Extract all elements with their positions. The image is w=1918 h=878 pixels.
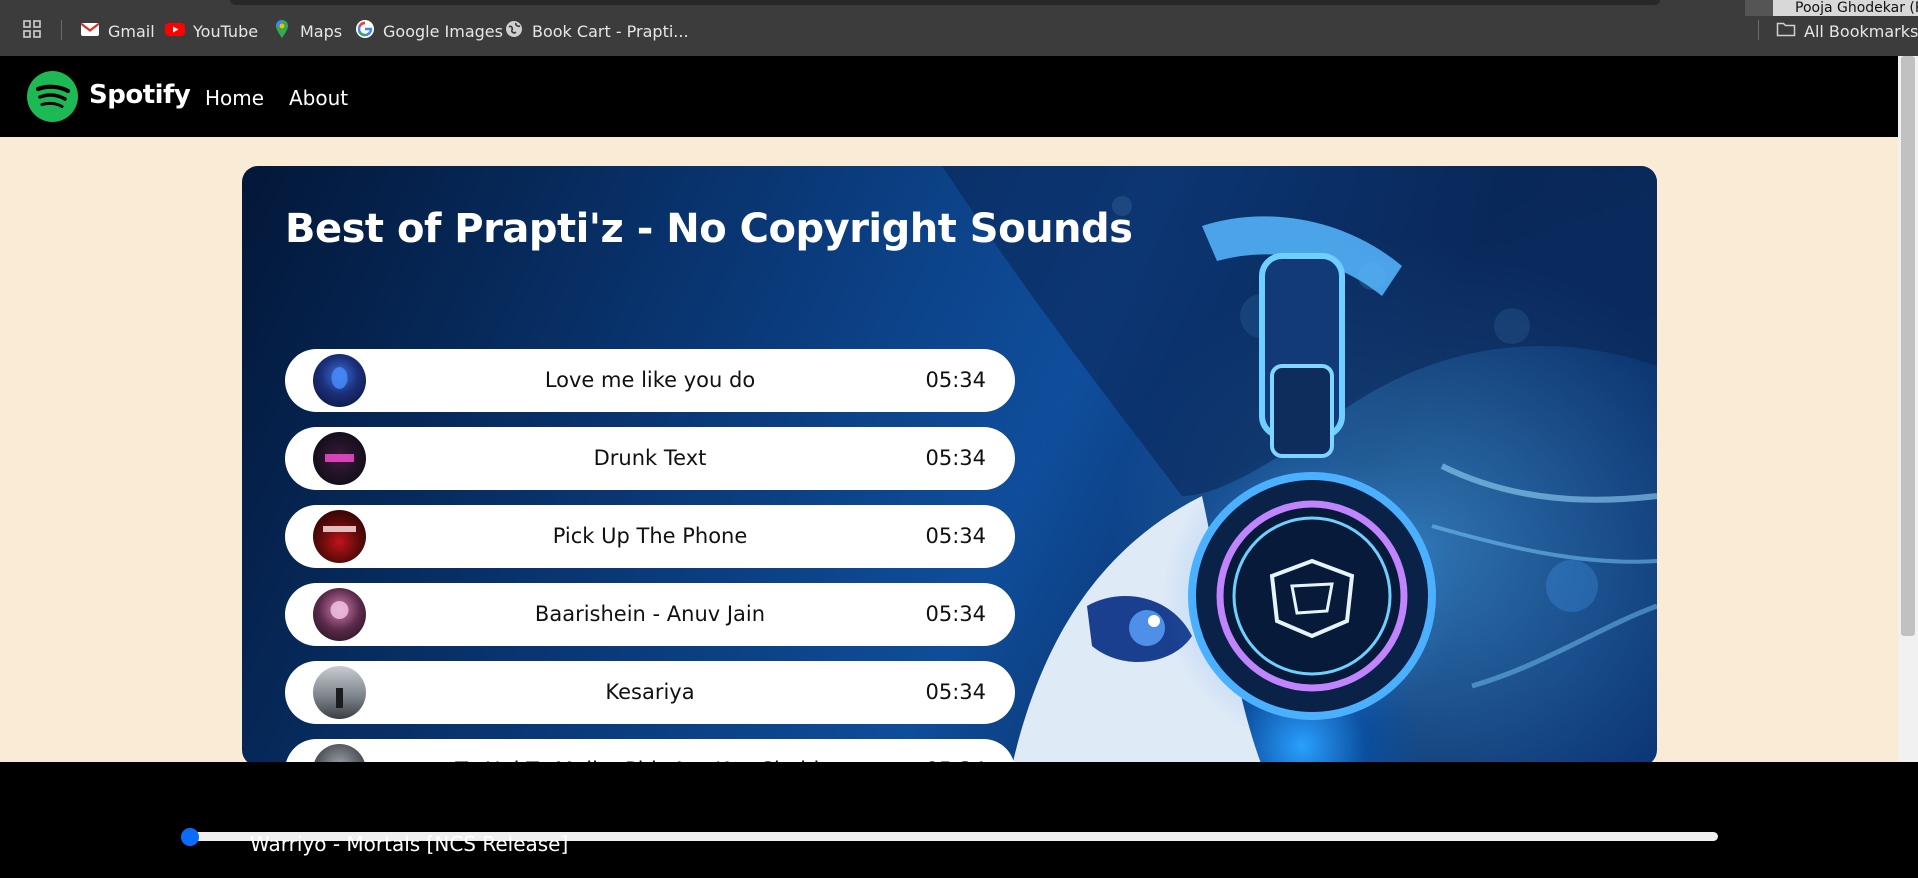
bookmark-maps[interactable]: Maps bbox=[272, 19, 342, 43]
song-cover bbox=[313, 432, 366, 485]
bookmark-label: Book Cart - Prapti... bbox=[532, 21, 689, 41]
song-cover bbox=[313, 588, 366, 641]
playlist-card: Best of Prapti'z - No Copyright Sounds L… bbox=[242, 166, 1657, 766]
scrollbar-thumb[interactable] bbox=[1901, 56, 1915, 636]
song-title: Baarishein - Anuv Jain bbox=[534, 602, 766, 626]
song-cover bbox=[313, 510, 366, 563]
omnibox-edge bbox=[230, 0, 1660, 5]
song-item[interactable]: Baarishein - Anuv Jain 05:34 bbox=[285, 583, 1015, 646]
song-title: Kesariya bbox=[605, 680, 695, 704]
bookmarks-bar: Gmail YouTube Maps Google Images Book Ca… bbox=[0, 0, 1918, 56]
profile-chip[interactable]: Pooja Ghodekar (P bbox=[1745, 0, 1918, 16]
song-item[interactable]: Pick Up The Phone 05:34 bbox=[285, 505, 1015, 568]
bookmark-google-images[interactable]: Google Images bbox=[355, 19, 503, 43]
nav-link-about[interactable]: About bbox=[289, 86, 348, 110]
profile-avatar bbox=[1745, 0, 1773, 16]
song-duration: 05:34 bbox=[925, 368, 986, 392]
song-duration: 05:34 bbox=[925, 446, 986, 470]
song-title: Drunk Text bbox=[593, 446, 707, 470]
song-cover bbox=[313, 666, 366, 719]
now-playing-title: Warriyo - Mortals [NCS Release] bbox=[250, 832, 569, 856]
nav-link-home[interactable]: Home bbox=[205, 86, 264, 110]
brand-name[interactable]: Spotify bbox=[89, 80, 191, 110]
all-bookmarks-button[interactable]: All Bookmarks bbox=[1776, 19, 1918, 43]
song-item[interactable]: Love me like you do 05:34 bbox=[285, 349, 1015, 412]
spotify-logo-icon[interactable] bbox=[27, 71, 78, 122]
bookmarks-separator bbox=[1758, 20, 1759, 40]
bookmark-youtube[interactable]: YouTube bbox=[165, 19, 258, 43]
song-duration: 05:34 bbox=[925, 602, 986, 626]
song-title: Love me like you do bbox=[544, 368, 756, 392]
bookmark-label: Google Images bbox=[383, 21, 503, 41]
page-scrollbar[interactable] bbox=[1898, 56, 1918, 762]
music-player-bar: Warriyo - Mortals [NCS Release] bbox=[0, 762, 1918, 878]
app-navbar: Spotify Home About bbox=[0, 56, 1898, 137]
bookmark-book-cart[interactable]: Book Cart - Prapti... bbox=[504, 19, 689, 43]
song-duration: 05:34 bbox=[925, 524, 986, 548]
bookmark-label: Gmail bbox=[108, 21, 155, 41]
bookmark-label: YouTube bbox=[193, 21, 259, 41]
all-bookmarks-label: All Bookmarks bbox=[1804, 21, 1918, 41]
bookmark-gmail[interactable]: Gmail bbox=[80, 19, 155, 43]
gmail-icon bbox=[80, 19, 100, 43]
globe-icon bbox=[504, 19, 524, 43]
song-title: Pick Up The Phone bbox=[552, 524, 748, 548]
song-cover bbox=[313, 354, 366, 407]
song-item[interactable]: Drunk Text 05:34 bbox=[285, 427, 1015, 490]
progress-knob[interactable] bbox=[181, 828, 199, 846]
playlist-title: Best of Prapti'z - No Copyright Sounds bbox=[285, 206, 1133, 252]
song-duration: 05:34 bbox=[925, 680, 986, 704]
youtube-icon bbox=[165, 19, 185, 43]
bookmark-label: Maps bbox=[300, 21, 343, 41]
song-item[interactable]: Kesariya 05:34 bbox=[285, 661, 1015, 724]
google-icon bbox=[355, 19, 375, 43]
maps-icon bbox=[272, 19, 292, 43]
bookmarks-separator bbox=[61, 20, 62, 40]
folder-icon bbox=[1776, 19, 1796, 43]
apps-grid-icon[interactable] bbox=[22, 19, 42, 39]
profile-name: Pooja Ghodekar (P bbox=[1795, 0, 1918, 16]
